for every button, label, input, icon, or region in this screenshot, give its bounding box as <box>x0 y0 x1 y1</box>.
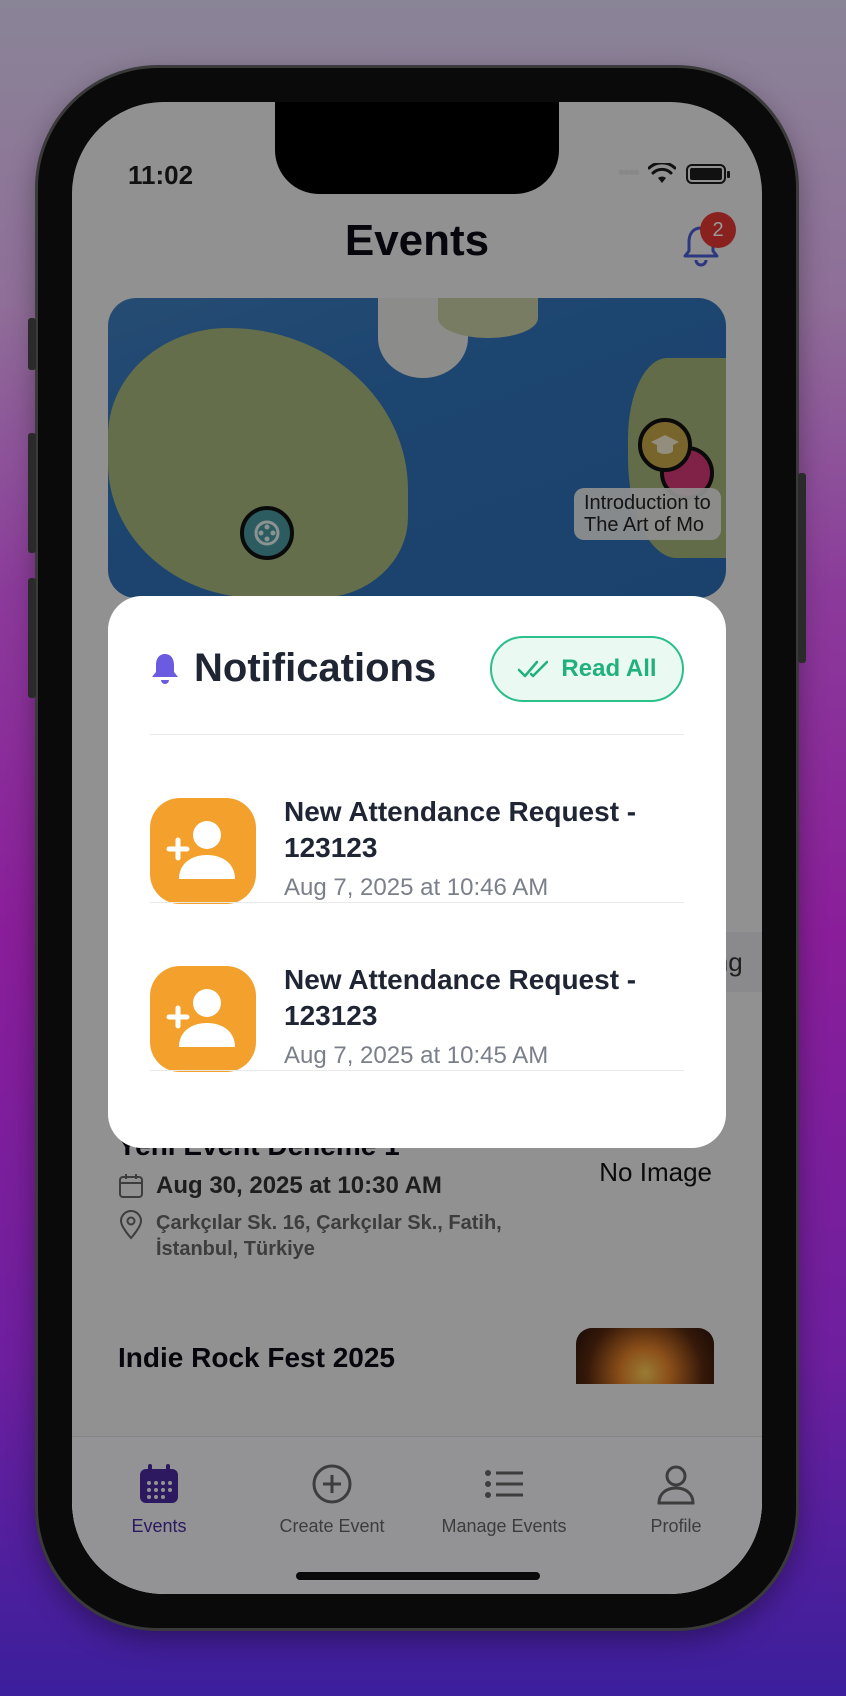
power-button <box>798 473 806 663</box>
divider <box>150 734 684 735</box>
double-check-icon <box>518 660 549 678</box>
notch <box>275 102 559 194</box>
status-icons: •••• <box>617 162 730 185</box>
divider <box>150 902 684 903</box>
modal-title: Notifications <box>194 645 437 690</box>
notifications-modal: Notifications Read All New Attendance Re… <box>108 596 726 1148</box>
add-person-icon <box>150 798 256 904</box>
notification-title: New Attendance Request - 123123 <box>284 796 637 863</box>
mute-switch <box>28 318 36 370</box>
battery-icon <box>686 163 730 184</box>
wifi-icon <box>648 162 676 183</box>
notification-title: New Attendance Request - 123123 <box>284 964 637 1031</box>
signal-icon: •••• <box>617 162 640 184</box>
notification-item[interactable]: New Attendance Request - 123123 Aug 7, 2… <box>150 964 684 1132</box>
add-person-icon <box>150 966 256 1072</box>
modal-header: Notifications Read All <box>150 636 684 702</box>
notification-time: Aug 7, 2025 at 10:46 AM <box>284 874 549 901</box>
notification-item[interactable]: New Attendance Request - 123123 Aug 7, 2… <box>150 796 684 964</box>
status-time: 11:02 <box>128 160 194 190</box>
read-all-label: Read All <box>561 655 657 682</box>
read-all-button[interactable]: Read All <box>490 636 684 702</box>
bell-icon <box>152 654 178 684</box>
notification-time: Aug 7, 2025 at 10:45 AM <box>284 1042 549 1069</box>
volume-up-button <box>28 433 36 553</box>
app-screen: 11:02 •••• Events 2 Introduction to The … <box>72 102 762 1594</box>
phone-frame: 11:02 •••• Events 2 Introduction to The … <box>28 68 806 1628</box>
divider <box>150 1070 684 1071</box>
volume-down-button <box>28 578 36 698</box>
